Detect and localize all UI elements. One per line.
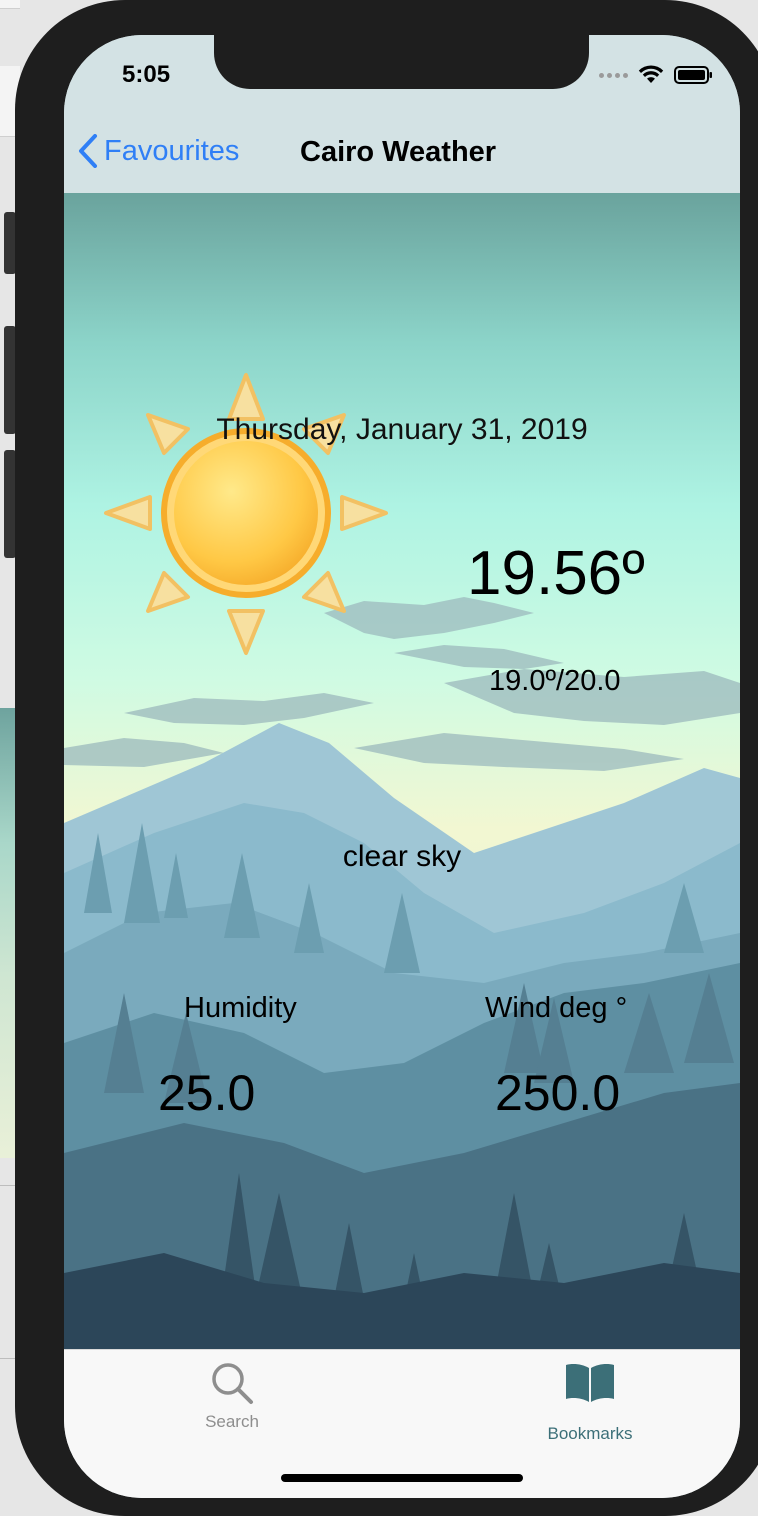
device-notch bbox=[214, 35, 589, 89]
humidity-label: Humidity bbox=[184, 992, 297, 1024]
home-indicator bbox=[281, 1474, 523, 1482]
wind-degree-label: Wind deg ° bbox=[485, 992, 628, 1024]
back-button[interactable]: Favourites bbox=[78, 134, 239, 168]
back-button-label: Favourites bbox=[104, 134, 240, 167]
chevron-left-icon bbox=[79, 134, 97, 168]
page-title: Cairo Weather bbox=[300, 136, 497, 168]
wifi-icon bbox=[638, 65, 664, 83]
iphone-frame: 5:05 Favourites Cairo Weather Thursday, … bbox=[15, 0, 758, 1516]
tab-search[interactable]: Search bbox=[182, 1360, 282, 1432]
wind-degree-value: 250.0 bbox=[495, 1065, 621, 1121]
humidity-value: 25.0 bbox=[158, 1065, 256, 1121]
landscape-background bbox=[64, 193, 740, 1349]
temperature-range: 19.0º/20.0 bbox=[489, 665, 621, 697]
host-window-strip bbox=[0, 0, 20, 9]
status-icons bbox=[599, 65, 714, 85]
weather-description: clear sky bbox=[342, 840, 462, 873]
tab-bookmarks-label: Bookmarks bbox=[547, 1424, 633, 1443]
battery-icon bbox=[674, 66, 712, 84]
weather-date: Thursday, January 31, 2019 bbox=[216, 413, 588, 446]
open-book-icon bbox=[566, 1364, 614, 1402]
phone-screen: 5:05 Favourites Cairo Weather Thursday, … bbox=[64, 35, 740, 1498]
temperature-value: 19.56º bbox=[467, 539, 645, 608]
cellular-signal-icon bbox=[599, 72, 628, 78]
tab-bookmarks[interactable]: Bookmarks bbox=[530, 1362, 650, 1444]
search-icon bbox=[212, 1363, 253, 1404]
weather-scene: Thursday, January 31, 2019 19.56º 19.0º/… bbox=[64, 193, 740, 1349]
tab-search-label: Search bbox=[205, 1412, 259, 1431]
status-time: 5:05 bbox=[122, 61, 171, 88]
